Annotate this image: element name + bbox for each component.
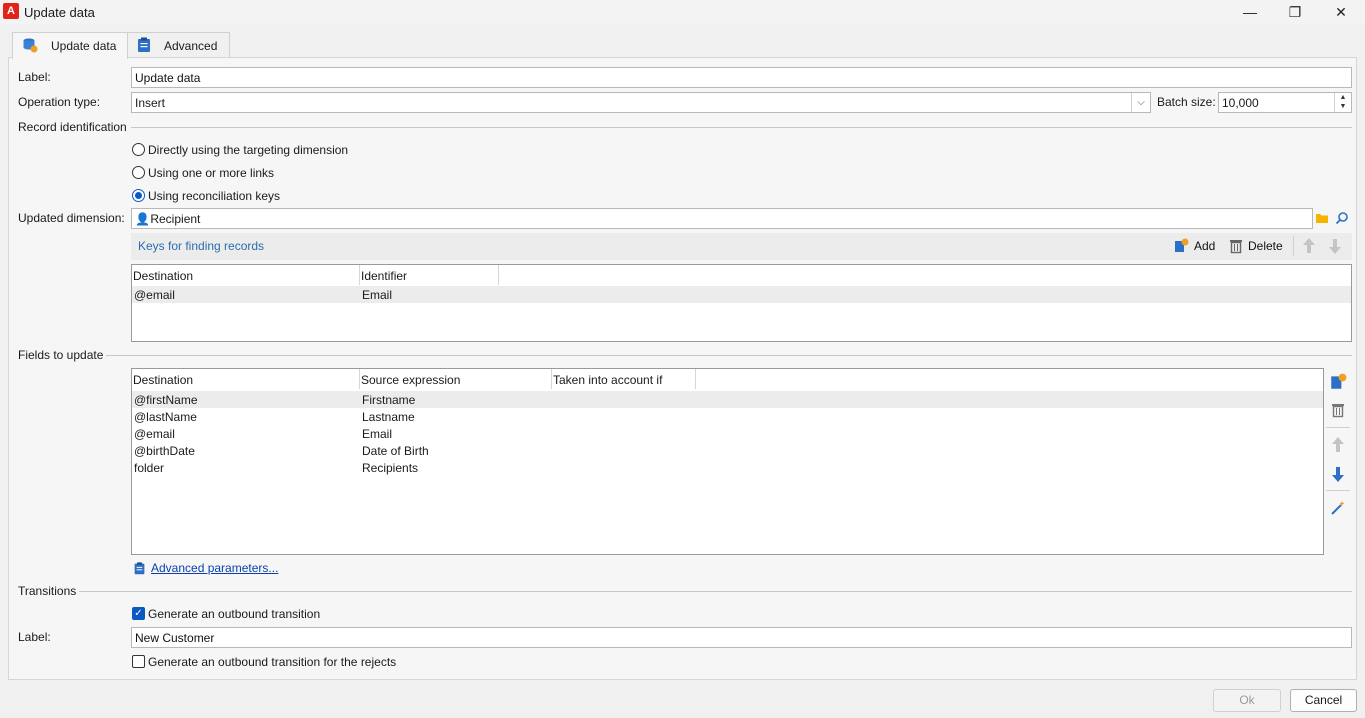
tab-label: Update data [51, 39, 117, 53]
delete-key-button[interactable]: Delete [1248, 239, 1283, 253]
radio-label: Using reconciliation keys [148, 189, 281, 203]
table-row[interactable]: @email Email [132, 286, 1351, 303]
arrow-up-icon[interactable] [1302, 237, 1316, 255]
batch-size-stepper[interactable]: ▲ ▼ [1334, 93, 1351, 112]
operation-type-caption: Operation type: [18, 95, 101, 109]
title-bar [0, 0, 1365, 24]
database-refresh-icon [23, 38, 38, 53]
person-icon: 👤 [135, 212, 150, 226]
table-cell: @firstName [134, 393, 198, 407]
updated-dimension-value: Recipient [150, 212, 201, 226]
trash-icon [1230, 240, 1242, 254]
table-cell: Date of Birth [362, 444, 429, 458]
column-header[interactable]: Taken into account if [552, 369, 696, 389]
adobe-app-icon: A [3, 3, 19, 19]
ok-button[interactable]: Ok [1213, 689, 1281, 712]
magic-wand-icon[interactable] [1330, 500, 1346, 516]
tab-update-data[interactable]: Update data [12, 32, 128, 59]
label-caption: Label: [18, 70, 51, 84]
table-cell: Firstname [362, 393, 416, 407]
advanced-parameters-link[interactable]: Advanced parameters... [151, 561, 278, 575]
toolbar-separator [1326, 490, 1350, 491]
operation-type-value: Insert [135, 96, 166, 110]
tab-advanced[interactable]: Advanced [126, 32, 230, 58]
table-row[interactable]: @email Email [132, 425, 1323, 442]
add-key-button[interactable]: Add [1194, 239, 1215, 253]
radio-label: Using one or more links [148, 166, 275, 180]
maximize-button[interactable]: ❐ [1281, 2, 1309, 22]
magnifier-icon[interactable] [1335, 211, 1349, 225]
clipboard-icon [134, 562, 145, 575]
toolbar-separator [1293, 236, 1294, 256]
batch-size-input[interactable]: 10,000 ▲ ▼ [1218, 92, 1352, 113]
radio-targeting-dimension[interactable] [132, 143, 145, 156]
table-cell: Recipients [362, 461, 419, 475]
section-divider [79, 591, 1352, 592]
section-divider [106, 355, 1352, 356]
table-row[interactable]: @birthDate Date of Birth [132, 442, 1323, 459]
checkbox-label: Generate an outbound transition [148, 607, 321, 621]
table-cell: @lastName [134, 410, 197, 424]
add-icon [1175, 238, 1189, 252]
table-cell: @birthDate [134, 444, 195, 458]
table-cell: folder [134, 461, 165, 475]
rejects-transition-checkbox[interactable] [132, 655, 145, 668]
checkbox-label: Generate an outbound transition for the … [148, 655, 397, 669]
radio-links[interactable] [132, 166, 145, 179]
table-cell: @email [134, 288, 175, 302]
table-cell: Email [362, 427, 393, 441]
clipboard-icon [138, 37, 150, 52]
stepper-down-icon[interactable]: ▼ [1335, 102, 1351, 111]
column-header[interactable]: Identifier [360, 265, 499, 285]
tab-label: Advanced [164, 39, 218, 53]
keys-title: Keys for finding records [138, 239, 265, 253]
section-divider [131, 127, 1352, 128]
record-identification-title: Record identification [18, 120, 127, 134]
minimize-button[interactable]: — [1236, 2, 1264, 22]
arrow-up-icon[interactable] [1331, 436, 1345, 454]
keys-toolbar [131, 233, 1352, 260]
close-button[interactable]: ✕ [1327, 2, 1355, 22]
batch-size-caption: Batch size: [1157, 95, 1216, 109]
folder-icon[interactable] [1315, 211, 1329, 225]
column-header[interactable]: Destination [132, 265, 360, 285]
updated-dimension-field[interactable]: 👤 Recipient [131, 208, 1313, 229]
window-title: Update data [24, 5, 95, 20]
column-header[interactable]: Source expression [360, 369, 552, 389]
toolbar-separator [1326, 427, 1350, 428]
stepper-up-icon[interactable]: ▲ [1335, 93, 1351, 102]
fields-to-update-title: Fields to update [18, 348, 104, 362]
table-row[interactable]: @lastName Lastname [132, 408, 1323, 425]
column-header[interactable]: Destination [132, 369, 360, 389]
keys-table[interactable]: Destination Identifier @email Email [131, 264, 1352, 342]
table-row[interactable]: folder Recipients [132, 459, 1323, 476]
add-field-icon[interactable] [1329, 373, 1347, 391]
updated-dimension-caption: Updated dimension: [18, 211, 125, 225]
transition-label-input[interactable] [131, 627, 1352, 648]
table-row[interactable]: @firstName Firstname [132, 391, 1323, 408]
trash-icon[interactable] [1331, 402, 1345, 418]
table-cell: @email [134, 427, 175, 441]
operation-type-select[interactable]: Insert ⌵ [131, 92, 1151, 113]
batch-size-value: 10,000 [1222, 96, 1259, 110]
arrow-down-icon[interactable] [1331, 465, 1345, 483]
transitions-title: Transitions [18, 584, 77, 598]
cancel-button[interactable]: Cancel [1290, 689, 1357, 712]
table-cell: Email [362, 288, 393, 302]
arrow-down-icon[interactable] [1328, 237, 1342, 255]
table-cell: Lastname [362, 410, 415, 424]
generate-transition-checkbox[interactable]: ✓ [132, 607, 145, 620]
label-input[interactable] [131, 67, 1352, 88]
fields-table[interactable]: Destination Source expression Taken into… [131, 368, 1324, 555]
radio-reconciliation-keys[interactable] [132, 189, 145, 202]
chevron-down-icon[interactable]: ⌵ [1131, 93, 1150, 112]
radio-label: Directly using the targeting dimension [148, 143, 349, 157]
transition-label-caption: Label: [18, 630, 51, 644]
